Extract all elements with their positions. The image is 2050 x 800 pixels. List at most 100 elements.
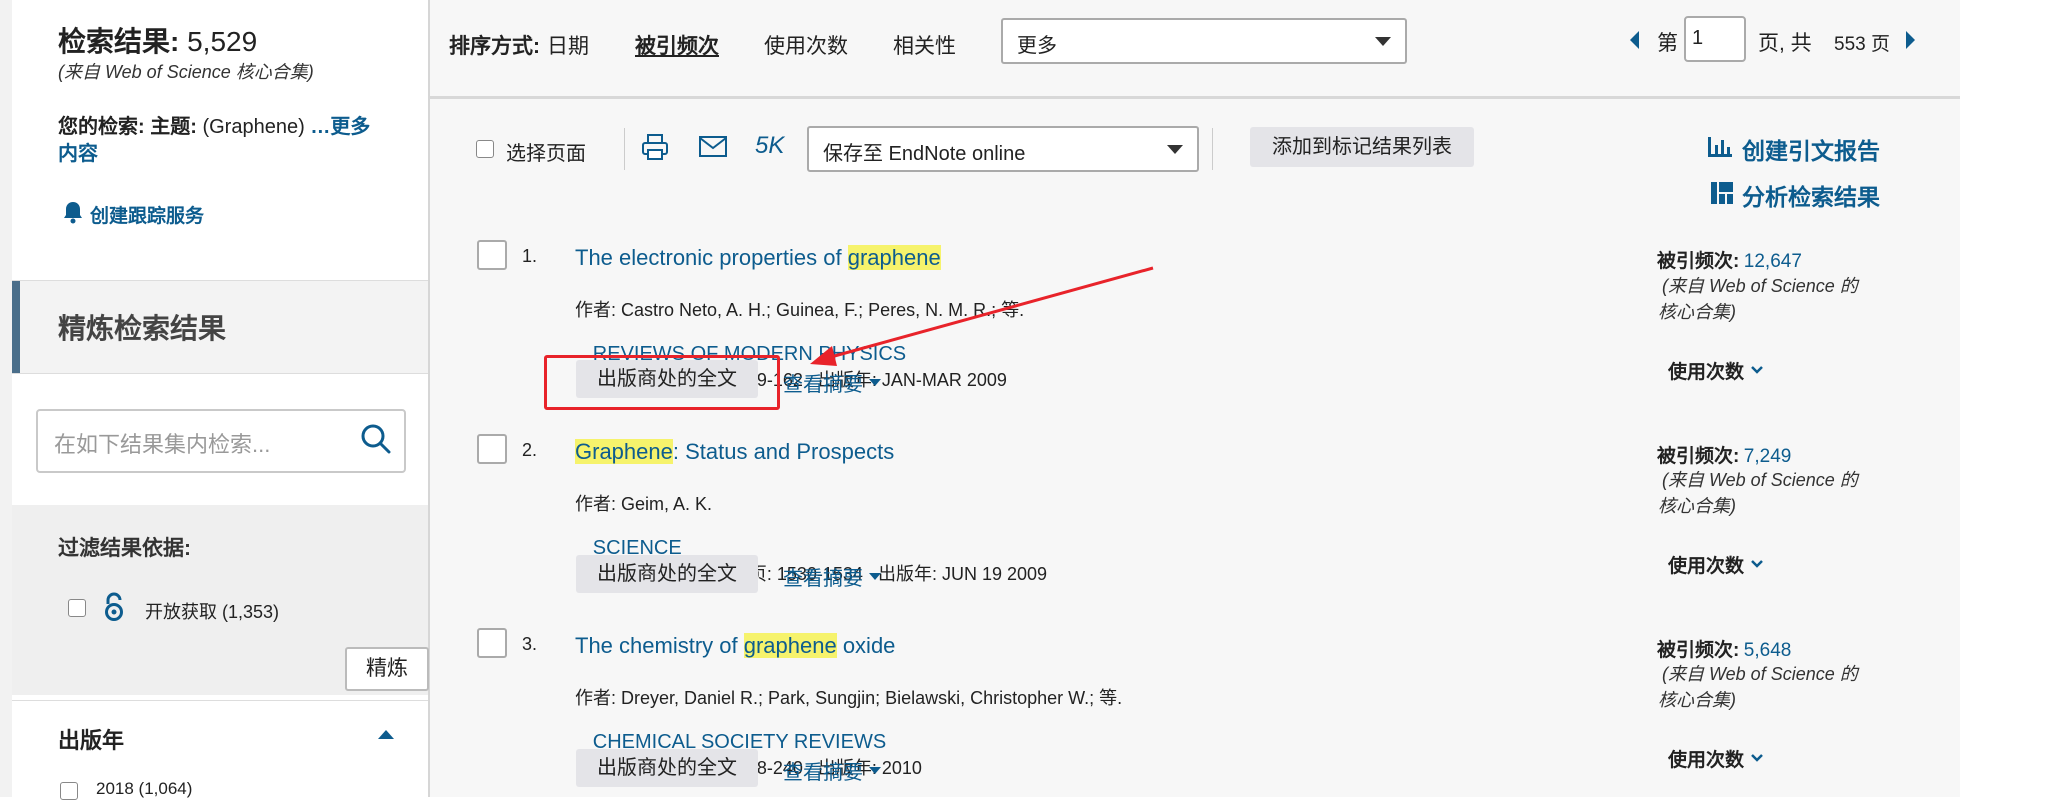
search-icon[interactable] — [360, 423, 392, 460]
chevron-down-icon — [1750, 750, 1764, 768]
chevron-down-icon — [1750, 556, 1764, 574]
more-link[interactable]: …更多 — [310, 116, 370, 138]
toolbar-divider — [624, 128, 625, 170]
times-cited-note: (来自 Web of Science 的 — [1662, 276, 1858, 296]
search-placeholder: 在如下结果集内检索... — [54, 432, 271, 457]
record-authors: 作者: Dreyer, Daniel R.; Park, Sungjin; Bi… — [575, 688, 1123, 708]
times-cited-label: 被引频次: — [1657, 446, 1740, 467]
open-access-checkbox[interactable] — [68, 599, 86, 617]
page-number-input[interactable]: 1 — [1684, 16, 1746, 62]
email-icon[interactable] — [698, 135, 728, 164]
page-prefix: 第 — [1657, 32, 1678, 55]
left-edge-strip — [0, 0, 12, 797]
sort-date[interactable]: 日期 — [547, 30, 589, 60]
filter-title: 过滤结果依据: — [58, 537, 191, 560]
refine-search-input[interactable]: 在如下结果集内检索... — [36, 409, 406, 473]
record-checkbox[interactable] — [477, 434, 507, 464]
year-title: 出版年 — [58, 728, 125, 753]
topic-value: (Graphene) — [202, 116, 305, 138]
sort-times-cited[interactable]: 被引频次 — [635, 30, 719, 60]
view-abstract-label: 查看摘要 — [783, 568, 863, 590]
view-abstract-toggle[interactable]: 查看摘要 — [783, 756, 881, 785]
record-title[interactable]: Graphene: Status and Prospects — [575, 439, 894, 465]
annotation-arrow-icon — [810, 266, 1154, 366]
select-page-label: 选择页面 — [506, 143, 586, 165]
times-cited-note-2: 核心合集) — [1658, 496, 1736, 516]
save-to-select[interactable]: 保存至 EndNote online — [807, 126, 1199, 172]
times-cited-label: 被引频次: — [1657, 640, 1740, 661]
usage-count-label: 使用次数 — [1668, 750, 1745, 771]
refine-accent-bar — [12, 281, 20, 373]
results-heading: 检索结果: 5,529 — [58, 20, 257, 60]
record-number: 2. — [522, 440, 538, 460]
results-source: (来自 Web of Science 核心合集) — [58, 62, 314, 82]
refine-title: 精炼检索结果 — [58, 313, 227, 344]
citation-report-link[interactable]: 创建引文报告 — [1706, 132, 1880, 166]
title-text-post: oxide — [836, 633, 896, 658]
export-5k-link[interactable]: 5K — [755, 132, 784, 160]
add-to-marked-button[interactable]: 添加到标记结果列表 — [1250, 127, 1474, 167]
times-cited-label: 被引频次: — [1657, 251, 1740, 272]
citation-report-label: 创建引文报告 — [1742, 138, 1880, 164]
analyze-results-link[interactable]: 分析检索结果 — [1710, 178, 1880, 212]
results-count: 5,529 — [187, 26, 258, 57]
usage-count-toggle[interactable]: 使用次数 — [1668, 551, 1764, 578]
times-cited-note: (来自 Web of Science 的 — [1662, 470, 1858, 490]
full-text-button[interactable]: 出版商处的全文 — [576, 749, 758, 787]
refine-button[interactable]: 精炼 — [345, 647, 429, 691]
year-2018-checkbox[interactable] — [60, 782, 78, 800]
usage-count-label: 使用次数 — [1668, 362, 1745, 383]
refine-header: 精炼检索结果 — [12, 280, 428, 374]
title-highlight: graphene — [743, 633, 837, 658]
sort-usage[interactable]: 使用次数 — [764, 30, 848, 60]
full-text-button[interactable]: 出版商处的全文 — [576, 555, 758, 593]
page-total: 553 页 — [1834, 34, 1890, 55]
usage-count-toggle[interactable]: 使用次数 — [1668, 745, 1764, 772]
topic-label: 主题: — [150, 116, 197, 138]
sort-more-value: 更多 — [1017, 35, 1057, 57]
caret-down-icon — [869, 379, 881, 386]
view-abstract-label: 查看摘要 — [783, 762, 863, 784]
times-cited: 被引频次: 5,648 — [1657, 635, 1791, 662]
page-number-value: 1 — [1692, 27, 1704, 49]
open-access-icon — [103, 592, 125, 627]
next-page-icon[interactable] — [1906, 31, 1915, 49]
times-cited-note: (来自 Web of Science 的 — [1662, 664, 1858, 684]
toolbar-divider — [1212, 128, 1213, 170]
record-checkbox[interactable] — [477, 240, 507, 270]
title-text-post: : Status and Prospects — [672, 439, 895, 464]
more-link-line2[interactable]: 内容 — [58, 137, 98, 166]
collapse-up-icon[interactable] — [378, 730, 394, 739]
record-title[interactable]: The chemistry of graphene oxide — [575, 633, 895, 659]
chevron-down-icon — [1750, 362, 1764, 380]
prev-page-icon[interactable] — [1630, 31, 1639, 49]
dropdown-arrow-icon — [1375, 37, 1391, 46]
sort-more-select[interactable]: 更多 — [1001, 18, 1407, 64]
sort-label: 排序方式: — [449, 35, 540, 58]
create-alert-link[interactable]: 创建跟踪服务 — [62, 200, 204, 229]
times-cited-value[interactable]: 12,647 — [1744, 251, 1802, 272]
annotation-highlight-box — [544, 355, 780, 410]
times-cited-value[interactable]: 5,648 — [1744, 640, 1792, 661]
caret-down-icon — [869, 767, 881, 774]
times-cited-value[interactable]: 7,249 — [1744, 446, 1792, 467]
open-access-label: 开放获取 (1,353) — [145, 602, 280, 622]
your-search: 您的检索: 主题: (Graphene) …更多 — [58, 110, 370, 139]
title-highlight: Graphene — [575, 439, 673, 464]
title-text: The chemistry of — [575, 633, 744, 658]
bar-chart-icon — [1706, 135, 1734, 164]
select-page-checkbox[interactable] — [476, 140, 494, 158]
times-cited: 被引频次: 7,249 — [1657, 441, 1791, 468]
usage-count-toggle[interactable]: 使用次数 — [1668, 357, 1764, 384]
sort-relevance[interactable]: 相关性 — [893, 30, 956, 60]
times-cited-note-2: 核心合集) — [1658, 302, 1736, 322]
record-checkbox[interactable] — [477, 628, 507, 658]
view-abstract-toggle[interactable]: 查看摘要 — [783, 562, 881, 591]
your-search-label: 您的检索: — [58, 116, 145, 138]
times-cited-note-2: 核心合集) — [1658, 690, 1736, 710]
record-number: 1. — [522, 246, 538, 266]
dropdown-arrow-icon — [1167, 145, 1183, 154]
save-to-value: 保存至 EndNote online — [823, 143, 1026, 165]
print-icon[interactable] — [640, 132, 670, 167]
usage-count-label: 使用次数 — [1668, 556, 1745, 577]
